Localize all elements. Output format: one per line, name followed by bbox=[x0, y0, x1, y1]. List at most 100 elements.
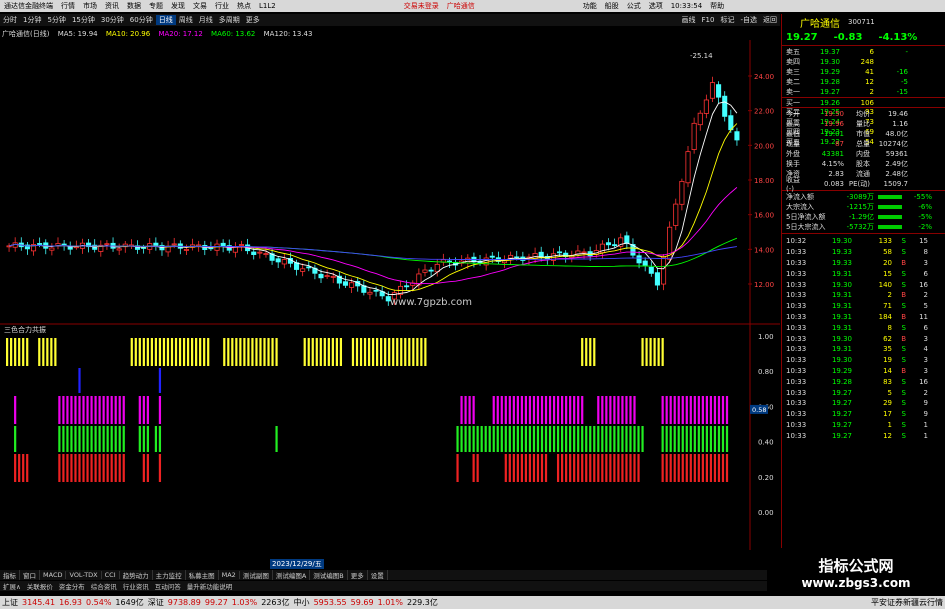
tick-row[interactable]: 10:33 19.27 12 S 1 bbox=[782, 430, 945, 441]
indicator-tab[interactable]: 主力监控 bbox=[153, 570, 186, 580]
indicator-tab[interactable]: 窗口 bbox=[20, 570, 40, 580]
tf-tick[interactable]: 分时 bbox=[0, 15, 20, 25]
tick-row[interactable]: 10:33 19.27 5 S 2 bbox=[782, 387, 945, 398]
draw-button[interactable]: 画线 bbox=[679, 15, 699, 25]
tick-row[interactable]: 10:33 19.30 62 B 3 bbox=[782, 333, 945, 344]
menu-hot[interactable]: 热点 bbox=[233, 1, 255, 11]
extension-tab[interactable]: 关联报价 bbox=[24, 581, 56, 591]
tick-row[interactable]: 10:33 19.29 14 B 3 bbox=[782, 366, 945, 377]
resonance-yellow-bar bbox=[351, 338, 355, 366]
tick-row[interactable]: 10:33 19.31 15 S 6 bbox=[782, 268, 945, 279]
tick-row[interactable]: 10:33 19.31 8 S 6 bbox=[782, 322, 945, 333]
menu-function[interactable]: 功能 bbox=[579, 1, 601, 11]
indicator-tab[interactable]: 测试编图B bbox=[310, 570, 348, 580]
tf-1m[interactable]: 1分钟 bbox=[20, 15, 44, 25]
indicator-tab[interactable]: 更多 bbox=[348, 570, 368, 580]
resonance-yellow-bar bbox=[203, 338, 206, 366]
menu-stocks[interactable]: 船股 bbox=[601, 1, 623, 11]
tf-day[interactable]: 日线 bbox=[155, 15, 176, 25]
resonance-yellow-bar bbox=[54, 338, 57, 366]
menu-quotes[interactable]: 行情 bbox=[57, 1, 79, 11]
tick-side: S bbox=[901, 356, 906, 365]
tf-week[interactable]: 周线 bbox=[176, 15, 196, 25]
menu-options[interactable]: 选项 bbox=[645, 1, 667, 11]
resonance-yellow-bar bbox=[263, 338, 266, 366]
indicator-tab[interactable]: 指标 bbox=[0, 570, 20, 580]
indicator-tab[interactable]: 测试编图A bbox=[273, 570, 311, 580]
tick-row[interactable]: 10:33 19.30 140 S 16 bbox=[782, 279, 945, 290]
sh-label: 上证 bbox=[2, 598, 18, 607]
menu-topic[interactable]: 专题 bbox=[145, 1, 167, 11]
resonance-yellow-bar bbox=[271, 338, 274, 366]
indicator-tab[interactable]: 趋势动力 bbox=[120, 570, 153, 580]
tf-30m[interactable]: 30分钟 bbox=[98, 15, 127, 25]
resonance-yellow-bar bbox=[130, 338, 133, 366]
resonance-yellow-bar bbox=[134, 338, 137, 366]
tick-row[interactable]: 10:33 19.31 2 B 2 bbox=[782, 290, 945, 301]
extension-tab[interactable]: 量升新功能说明 bbox=[184, 581, 236, 591]
menu-industry[interactable]: 行业 bbox=[211, 1, 233, 11]
resonance-green-bar bbox=[516, 426, 519, 452]
f10-button[interactable]: F10 bbox=[699, 16, 718, 24]
indicator-tab[interactable]: 私募主图 bbox=[186, 570, 219, 580]
tick-row[interactable]: 10:33 19.33 20 B 3 bbox=[782, 258, 945, 269]
menu-data[interactable]: 数据 bbox=[123, 1, 145, 11]
tick-row[interactable]: 10:33 19.33 58 S 8 bbox=[782, 247, 945, 258]
resonance-green-bar bbox=[556, 426, 560, 452]
menu-help[interactable]: 帮助 bbox=[706, 1, 728, 11]
stat-value: 4.15% bbox=[821, 160, 844, 168]
indicator-tab[interactable]: MACD bbox=[40, 571, 67, 579]
indicator-tab[interactable]: 设置 bbox=[368, 570, 388, 580]
tf-5m[interactable]: 5分钟 bbox=[44, 15, 68, 25]
menu-market[interactable]: 市场 bbox=[79, 1, 101, 11]
extension-tab[interactable]: 资金分布 bbox=[56, 581, 88, 591]
stat-key: 收益(-) bbox=[786, 176, 800, 193]
tf-month[interactable]: 月线 bbox=[196, 15, 216, 25]
menu-news[interactable]: 资讯 bbox=[101, 1, 123, 11]
resonance-green-bar bbox=[86, 426, 89, 452]
extension-tab[interactable]: 互动问答 bbox=[152, 581, 184, 591]
kline-chart[interactable]: 24.00 22.00 20.00 18.00 16.00 14.00 12.00 1.00 0… bbox=[0, 40, 780, 550]
tick-row[interactable]: 10:33 19.31 184 B 11 bbox=[782, 312, 945, 323]
login-status[interactable]: 交易未登录 bbox=[400, 1, 443, 11]
flow-key: 5日大宗流入 bbox=[786, 223, 826, 231]
menu-trade[interactable]: 文易 bbox=[189, 1, 211, 11]
resonance-green-bar bbox=[721, 426, 725, 452]
menu-discover[interactable]: 发现 bbox=[167, 1, 189, 11]
broker-name: 广哈通信 bbox=[446, 2, 475, 10]
extension-tab[interactable]: 综合资讯 bbox=[88, 581, 120, 591]
indicator-tab[interactable]: MA2 bbox=[219, 571, 240, 579]
tick-row[interactable]: 10:33 19.28 83 S 16 bbox=[782, 376, 945, 387]
tick-list[interactable]: 10:32 19.30 133 S 15 10:33 19.33 58 S 8 10:33 19.33… bbox=[782, 234, 945, 441]
tick-row[interactable]: 10:33 19.30 19 S 3 bbox=[782, 355, 945, 366]
tick-row[interactable]: 10:33 19.31 71 S 5 bbox=[782, 301, 945, 312]
menu-l1l2[interactable]: L1L2 bbox=[255, 2, 280, 10]
resonance-yellow-bar bbox=[653, 338, 656, 366]
self-select-button[interactable]: -自选 bbox=[737, 15, 760, 25]
candle-body bbox=[489, 255, 495, 258]
tf-more[interactable]: 更多 bbox=[243, 15, 263, 25]
extension-tab[interactable]: 扩展∧ bbox=[0, 581, 24, 591]
back-button[interactable]: 返回 bbox=[760, 15, 780, 25]
tick-price: 19.28 bbox=[831, 377, 852, 386]
tick-row[interactable]: 10:33 19.31 35 S 4 bbox=[782, 344, 945, 355]
indicator-tab[interactable]: CCI bbox=[102, 571, 120, 579]
candle-body bbox=[49, 247, 55, 251]
tick-volume: 133 bbox=[878, 237, 892, 246]
mark-button[interactable]: 标记 bbox=[717, 15, 737, 25]
tf-15m[interactable]: 15分钟 bbox=[69, 15, 98, 25]
menu-formula[interactable]: 公式 bbox=[623, 1, 645, 11]
indicator-tab[interactable]: 测试副图 bbox=[240, 570, 273, 580]
resonance-yellow-bar bbox=[150, 338, 153, 366]
tf-multi[interactable]: 多周期 bbox=[216, 15, 243, 25]
tick-row[interactable]: 10:32 19.30 133 S 15 bbox=[782, 236, 945, 247]
resonance-green-bar bbox=[641, 426, 644, 452]
indicator-tab[interactable]: VOL-TDX bbox=[66, 571, 102, 579]
orderbook-volume: 106 bbox=[860, 98, 874, 107]
resonance-red-bar bbox=[705, 454, 708, 482]
tick-row[interactable]: 10:33 19.27 29 S 9 bbox=[782, 398, 945, 409]
tick-row[interactable]: 10:33 19.27 17 S 9 bbox=[782, 409, 945, 420]
tick-row[interactable]: 10:33 19.27 1 S 1 bbox=[782, 420, 945, 431]
tf-60m[interactable]: 60分钟 bbox=[127, 15, 156, 25]
extension-tab[interactable]: 行业资讯 bbox=[120, 581, 152, 591]
